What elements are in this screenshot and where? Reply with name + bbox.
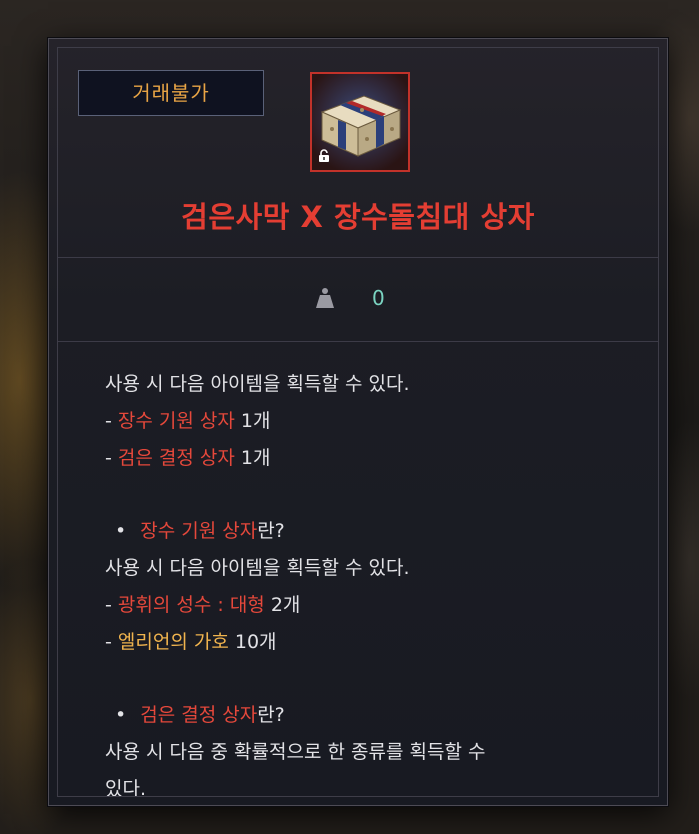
section-intro-cut: 있다. — [105, 778, 146, 797]
section-intro: 사용 시 다음 아이템을 획득할 수 있다. — [105, 557, 410, 579]
bullet-icon: • — [115, 704, 127, 726]
section-intro: 사용 시 다음 중 확률적으로 한 종류를 획득할 수 — [105, 741, 486, 763]
weight-icon — [314, 286, 336, 310]
section-reward-line-1: - 광휘의 성수 : 대형 2개 — [105, 594, 301, 616]
item-name: 검은사막 X 장수돌침대 상자 — [181, 200, 535, 234]
reward-qty: 1개 — [240, 447, 271, 469]
reward-name: 엘리언의 가호 — [117, 631, 229, 653]
reward-line-2: - 검은 결정 상자 1개 — [105, 447, 271, 469]
description-intro: 사용 시 다음 아이템을 획득할 수 있다. — [105, 373, 410, 395]
item-tooltip: 거래불가 검은사막 X 장수돌침대 상자 0 사용 시 다음 아이템을 획득할 … — [48, 38, 668, 806]
weight-value: 0 — [372, 286, 385, 310]
item-description: 사용 시 다음 아이템을 획득할 수 있다. - 장수 기원 상자 1개 - 검… — [105, 366, 638, 797]
reward-line-1: - 장수 기원 상자 1개 — [105, 410, 271, 432]
lock-open-icon — [318, 149, 330, 166]
reward-qty: 10개 — [228, 631, 277, 653]
weight-row: 0 — [58, 258, 658, 342]
reward-qty: 2개 — [264, 594, 301, 616]
section-name: 장수 기원 상자 — [140, 520, 258, 542]
bullet-icon: • — [115, 520, 127, 542]
treasure-chest-icon — [310, 72, 410, 172]
tooltip-inner-frame: 거래불가 검은사막 X 장수돌침대 상자 0 사용 시 다음 아이템을 획득할 … — [57, 47, 659, 797]
section-heading-2: • 검은 결정 상자란? — [115, 704, 285, 726]
section-heading-1: • 장수 기원 상자란? — [115, 520, 285, 542]
reward-name: 검은 결정 상자 — [117, 447, 235, 469]
reward-name: 광휘의 성수 : 대형 — [117, 594, 265, 616]
reward-name: 장수 기원 상자 — [117, 410, 235, 432]
section-reward-line-2: - 엘리언의 가호 10개 — [105, 631, 277, 653]
untradeable-badge: 거래불가 — [78, 70, 264, 116]
divider-bottom — [58, 341, 658, 342]
reward-qty: 1개 — [240, 410, 271, 432]
section-name: 검은 결정 상자 — [140, 704, 258, 726]
